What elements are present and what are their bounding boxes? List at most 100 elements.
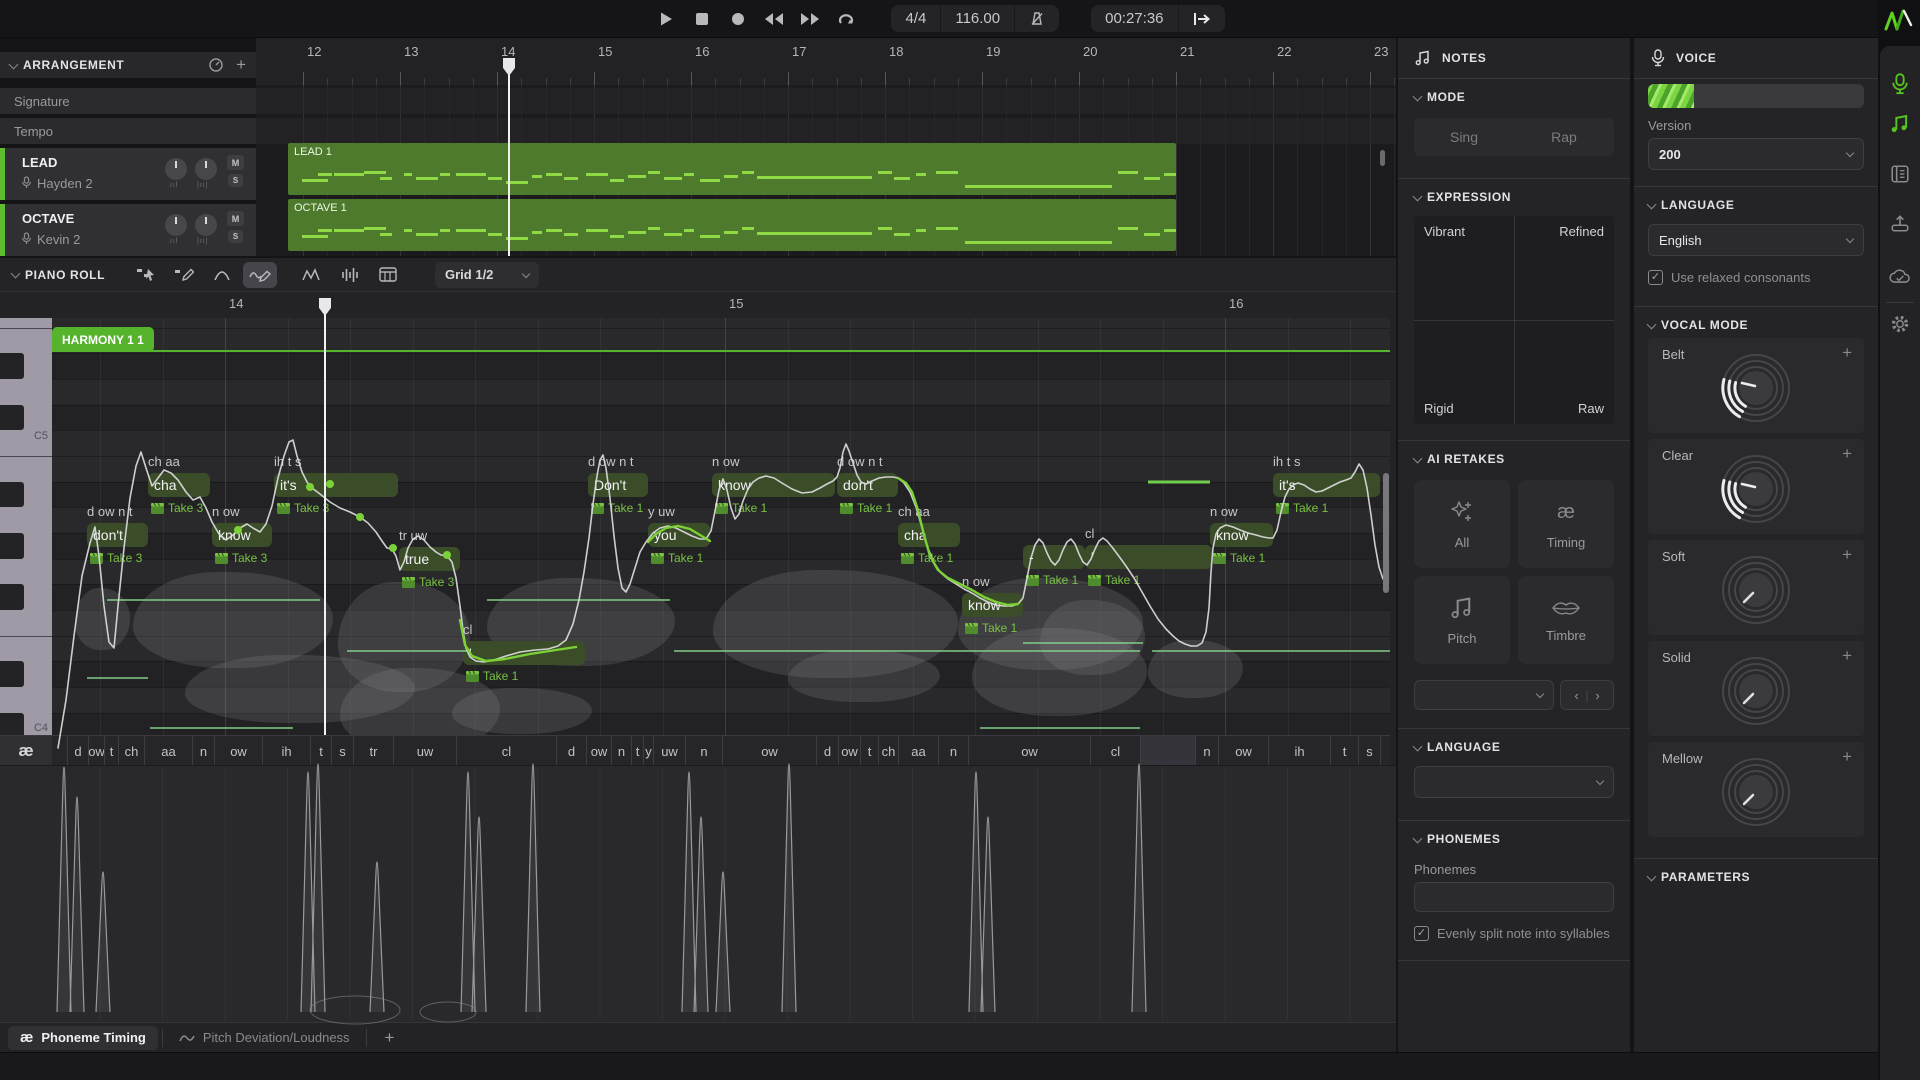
phoneme-cell[interactable]: n — [1195, 736, 1218, 766]
version-select[interactable]: 200 — [1648, 138, 1864, 170]
lyric-note[interactable]: know — [962, 593, 1023, 617]
black-key[interactable] — [0, 533, 24, 559]
lyric-note[interactable]: it's — [274, 473, 398, 497]
track-solo-button[interactable]: S — [228, 230, 243, 243]
arrangement-timeline[interactable]: 121314151617181920212223LEAD 1OCTAVE 1 — [256, 38, 1396, 256]
take-badge[interactable]: Take 3 — [215, 551, 267, 565]
parameters-header[interactable]: PARAMETERS — [1648, 870, 1750, 884]
track-pan-knob[interactable] — [195, 214, 217, 236]
retake-prev-button[interactable]: ‹ — [1574, 688, 1578, 703]
take-badge[interactable]: Take 1 — [1276, 501, 1328, 515]
expression-xy-pad[interactable]: Vibrant Refined Rigid Raw — [1414, 216, 1614, 424]
phoneme-cell[interactable]: d — [556, 736, 586, 766]
lyric-note[interactable]: Don't — [588, 473, 648, 497]
sidebar-cloud-button[interactable] — [1888, 264, 1912, 288]
phoneme-cell[interactable]: n — [938, 736, 968, 766]
phoneme-cell[interactable]: s — [1358, 736, 1380, 766]
phoneme-cell[interactable]: t — [631, 736, 643, 766]
track-mute-button[interactable]: M — [227, 211, 244, 226]
ai-retakes-section-header[interactable]: AI RETAKES — [1414, 452, 1505, 466]
lyric-note[interactable]: it's — [1273, 473, 1380, 497]
phoneme-cell[interactable]: ow — [968, 736, 1090, 766]
add-track-button[interactable]: + — [236, 55, 246, 75]
piano-roll-ruler[interactable]: 141516 — [52, 292, 1390, 318]
phoneme-cell[interactable]: uw — [653, 736, 685, 766]
phoneme-cell[interactable]: n — [611, 736, 631, 766]
vocal-mode-add-button[interactable]: + — [1842, 545, 1852, 565]
piano-keyboard[interactable]: C5C4 — [0, 318, 52, 735]
sidebar-music-note-button[interactable] — [1888, 112, 1912, 136]
phoneme-cell[interactable]: uw — [393, 736, 456, 766]
phoneme-cell[interactable]: ow — [88, 736, 104, 766]
vertical-scrollbar[interactable] — [1383, 473, 1389, 593]
bottom-scroll-strip[interactable] — [0, 1052, 1878, 1080]
curve-tool-button[interactable] — [205, 262, 239, 288]
rewind-button[interactable] — [761, 6, 787, 32]
tab-pitch-deviation-loudness[interactable]: Pitch Deviation/Loudness — [167, 1026, 362, 1050]
take-badge[interactable]: Take 1 — [1088, 573, 1140, 587]
belt-knob[interactable] — [1708, 350, 1804, 432]
phoneme-cell[interactable]: t — [310, 736, 331, 766]
take-badge[interactable]: Take 1 — [591, 501, 643, 515]
sidebar-export-button[interactable] — [1888, 211, 1912, 235]
lyric-note[interactable]: ' — [463, 641, 585, 665]
clear-knob[interactable] — [1708, 451, 1804, 533]
tab-phoneme-timing[interactable]: æPhoneme Timing — [8, 1026, 158, 1050]
phoneme-cell[interactable]: tr — [353, 736, 393, 766]
clip-tab-harmony[interactable]: HARMONY 1 1 — [52, 327, 154, 352]
solid-knob[interactable] — [1708, 653, 1804, 735]
language-section-header[interactable]: LANGUAGE — [1414, 740, 1500, 754]
phoneme-timing-lane[interactable]: dowtchaanowihtstruwcldowntyuwnowdowtchaa… — [52, 735, 1390, 765]
loop-button[interactable] — [833, 6, 859, 32]
phoneme-cell[interactable]: ch — [878, 736, 898, 766]
phoneme-cell[interactable]: t — [1330, 736, 1358, 766]
track-solo-button[interactable]: S — [228, 174, 243, 187]
track-volume-knob[interactable] — [165, 214, 187, 236]
collapse-chevron-icon[interactable] — [9, 59, 19, 69]
pitch-pen-tool-button[interactable] — [243, 262, 277, 288]
sidebar-library-button[interactable] — [1888, 162, 1912, 186]
mode-section-header[interactable]: MODE — [1414, 90, 1465, 104]
take-badge[interactable]: Take 3 — [402, 575, 454, 589]
add-lane-tab-button[interactable]: + — [371, 1028, 409, 1048]
take-badge[interactable]: Take 3 — [151, 501, 203, 515]
sidebar-settings-button[interactable] — [1888, 312, 1912, 336]
tempo-value[interactable]: 116.00 — [941, 5, 1015, 32]
arrangement-header[interactable]: ARRANGEMENT + — [0, 52, 256, 78]
phoneme-cell[interactable]: cl — [1090, 736, 1140, 766]
phoneme-cell[interactable]: ch — [118, 736, 144, 766]
mode-option-sing[interactable]: Sing — [1414, 118, 1514, 156]
follow-playhead-button[interactable] — [1179, 5, 1225, 32]
black-key[interactable] — [0, 584, 24, 610]
phoneme-cell[interactable]: ow — [586, 736, 611, 766]
take-badge[interactable]: Take 3 — [277, 501, 329, 515]
tempo-gauge-icon[interactable] — [208, 57, 224, 73]
fast-forward-button[interactable] — [797, 6, 823, 32]
arrangement-lane-signature[interactable]: Signature — [0, 88, 256, 114]
track-mute-button[interactable]: M — [227, 155, 244, 170]
metronome-toggle[interactable] — [1015, 5, 1059, 32]
phoneme-cell[interactable]: cl — [456, 736, 556, 766]
black-key[interactable] — [0, 482, 24, 508]
phoneme-cell[interactable]: n — [192, 736, 214, 766]
collapse-chevron-icon[interactable] — [11, 269, 21, 279]
voice-language-header[interactable]: LANGUAGE — [1648, 198, 1734, 212]
time-display[interactable]: 00:27:36 — [1091, 5, 1178, 32]
play-button[interactable] — [653, 6, 679, 32]
lyric-note[interactable]: cha — [898, 523, 960, 547]
lyric-note[interactable]: cha — [148, 473, 210, 497]
dynamics-toggle-button[interactable] — [333, 262, 367, 288]
phoneme-cell[interactable]: ow — [838, 736, 860, 766]
take-badge[interactable]: Take 1 — [901, 551, 953, 565]
lyric-note[interactable]: know — [212, 523, 272, 547]
note-language-select[interactable] — [1414, 766, 1614, 798]
voice-avatar-strip[interactable] — [1648, 84, 1864, 108]
black-key[interactable] — [0, 661, 24, 687]
phoneme-cell[interactable]: s — [331, 736, 353, 766]
relaxed-consonants-checkbox[interactable]: ✓ — [1648, 270, 1663, 285]
arrangement-clip-lead-1[interactable]: LEAD 1 — [288, 143, 1176, 195]
ai-retake-timing-button[interactable]: æTiming — [1518, 480, 1614, 568]
phoneme-cell[interactable] — [1380, 736, 1392, 766]
phoneme-cell[interactable] — [1140, 736, 1195, 766]
vertical-scrollbar[interactable] — [1380, 150, 1385, 166]
